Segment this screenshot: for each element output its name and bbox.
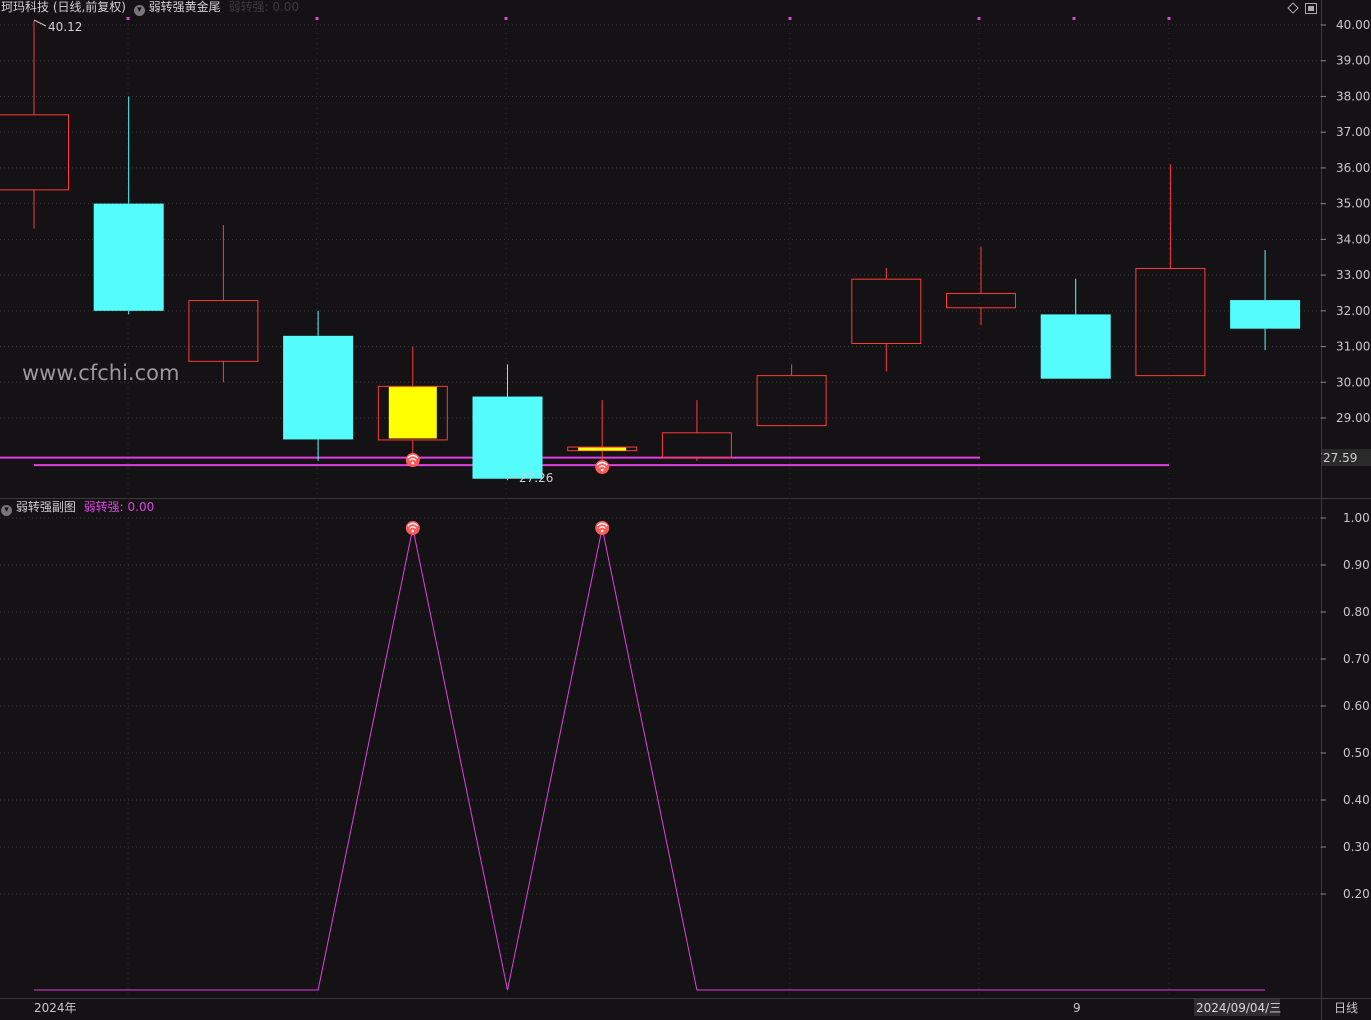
- candle: [377, 346, 448, 454]
- indicator-series-line: [34, 527, 1266, 991]
- y-tick-label: 36.00: [1336, 161, 1370, 175]
- low-label: 27.26: [519, 471, 553, 485]
- candle: [283, 310, 354, 461]
- candle: [1040, 278, 1111, 379]
- top-dot: [1167, 17, 1171, 20]
- y-tick-label: 0.40: [1343, 793, 1370, 807]
- candle-body: [851, 278, 922, 344]
- candle-body: [188, 300, 259, 362]
- signal-dot: [411, 529, 415, 533]
- candle-body: [1230, 300, 1301, 329]
- y-tick-label: 0.50: [1343, 746, 1370, 760]
- candle-body: [93, 203, 164, 311]
- candle-body: [661, 432, 732, 459]
- stock-title[interactable]: 珂玛科技 (日线,前复权): [1, 0, 126, 14]
- diamond-icon[interactable]: [1287, 2, 1299, 14]
- candle-body: [0, 114, 69, 191]
- candle: [1135, 164, 1206, 377]
- chart-canvas[interactable]: 40.00 39.00 38.00 37.00 36.00 35.00 34.00 33.00…: [0, 0, 1371, 1020]
- y-tick-label: 29.00: [1336, 411, 1370, 425]
- y-tick-label: 1.00: [1343, 511, 1370, 525]
- candle: [472, 364, 543, 481]
- candles: [0, 20, 1301, 481]
- top-dot: [788, 17, 792, 20]
- main-grid: [0, 18, 1321, 998]
- signal-marker-icon: [595, 521, 610, 535]
- candle: [0, 20, 69, 229]
- signal-marker-icon: [405, 521, 420, 535]
- main-indicator-name[interactable]: 弱转强黄金尾: [149, 0, 221, 14]
- candle: [661, 400, 732, 461]
- window-icon[interactable]: [1305, 3, 1317, 14]
- y-tick-label: 35.00: [1336, 197, 1370, 211]
- candle-body: [472, 396, 543, 479]
- candle: [851, 267, 922, 372]
- sub-indicator-value: 弱转强: 0.00: [83, 500, 155, 514]
- y-tick-label: 32.00: [1336, 304, 1370, 318]
- candle-body: [756, 375, 827, 427]
- signal-bar: [578, 447, 627, 451]
- y-tick-label: 0.20: [1343, 887, 1370, 901]
- candle: [188, 225, 259, 383]
- y-tick-label: 37.00: [1336, 125, 1370, 139]
- y-tick-label: 0.80: [1343, 605, 1370, 619]
- signal-marker-icon: [405, 453, 420, 467]
- y-tick-label: 0.60: [1343, 699, 1370, 713]
- top-dot: [504, 17, 508, 20]
- chevron-down-icon[interactable]: ▾: [133, 5, 145, 16]
- support-lines: [0, 456, 1169, 467]
- top-markers: [126, 17, 1171, 20]
- chevron-down-icon[interactable]: ▾: [1, 505, 12, 516]
- y-tick-label: 40.00: [1336, 18, 1370, 32]
- candle-body: [1040, 314, 1111, 379]
- signal-dot: [411, 461, 415, 465]
- candle: [756, 364, 827, 427]
- watermark: www.cfchi.com: [22, 361, 179, 385]
- candle: [946, 246, 1016, 326]
- period-button[interactable]: 日线: [1334, 1001, 1358, 1015]
- main-y-axis: 40.00 39.00 38.00 37.00 36.00 35.00 34.00 33.00…: [1321, 18, 1370, 455]
- y-tick-label: 0.70: [1343, 652, 1370, 666]
- candle: [567, 400, 638, 465]
- signal-bar: [388, 386, 437, 439]
- current-price: 27.59: [1323, 451, 1357, 465]
- y-tick-label: 39.00: [1336, 54, 1370, 68]
- top-dot: [126, 17, 130, 20]
- candle-body: [1135, 267, 1206, 377]
- sub-y-axis: 1.00 0.90 0.80 0.70 0.60 0.50 0.40 0.30 0.20: [1321, 511, 1370, 901]
- candle-body: [946, 292, 1016, 309]
- sub-indicator-name[interactable]: 弱转强副图: [16, 500, 76, 514]
- signal-dot: [600, 468, 604, 472]
- signal-marker-icon: [595, 460, 610, 474]
- y-tick-label: 38.00: [1336, 89, 1370, 103]
- y-tick-label: 31.00: [1336, 340, 1370, 354]
- candle-body: [283, 335, 354, 440]
- candle: [93, 96, 164, 315]
- main-header: 珂玛科技 (日线,前复权) ▾ 弱转强黄金尾 弱转强: 0.00: [1, 0, 299, 16]
- y-tick-label: 0.30: [1343, 840, 1370, 854]
- top-dot: [977, 17, 981, 20]
- y-tick-label: 30.00: [1336, 375, 1370, 389]
- time-label-start: 2024年: [34, 1001, 77, 1015]
- top-dot: [1072, 17, 1076, 20]
- main-indicator-value: 弱转强: 0.00: [228, 0, 300, 14]
- high-annotation: 40.12: [33, 19, 82, 34]
- sub-header: ▾ 弱转强副图 弱转强: 0.00: [1, 500, 154, 516]
- candle: [1230, 250, 1301, 351]
- y-tick-label: 34.00: [1336, 232, 1370, 246]
- top-dot: [315, 17, 319, 20]
- sub-grid: [0, 517, 1321, 895]
- y-tick-label: 33.00: [1336, 268, 1370, 282]
- time-label-mid: 9: [1073, 1001, 1081, 1015]
- indicator-line: [34, 527, 1266, 991]
- y-tick-label: 0.90: [1343, 558, 1370, 572]
- time-label-cursor: 2024/09/04/三: [1196, 1001, 1281, 1015]
- high-label: 40.12: [48, 20, 82, 34]
- signal-dot: [600, 529, 604, 533]
